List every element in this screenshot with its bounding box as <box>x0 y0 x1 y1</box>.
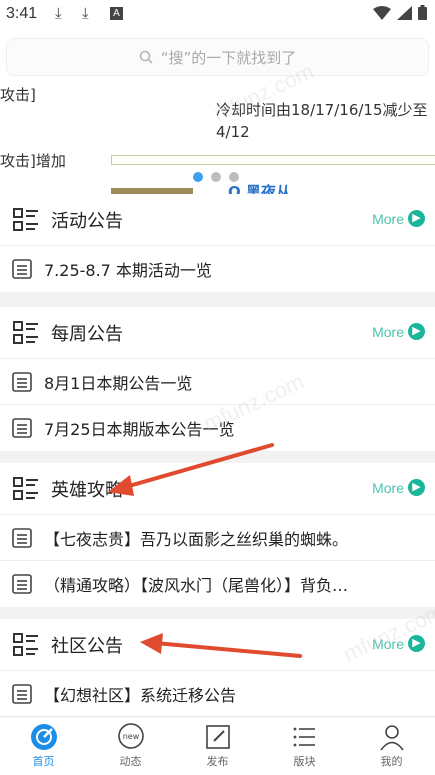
new-bubble-icon: new <box>117 723 144 749</box>
document-icon <box>12 418 32 438</box>
tab-label: 首页 <box>32 755 55 768</box>
list-item[interactable]: 8月1日本期公告一览 <box>0 359 435 405</box>
chevron-right-icon: ▶ <box>408 635 425 652</box>
search-placeholder: “搜”的一下就找到了 <box>160 48 297 67</box>
section-title: 英雄攻略 <box>51 479 123 501</box>
banner-text: 4/12 <box>216 123 250 141</box>
section-weekly: 每周公告 More ▶ 8月1日本期公告一览 7月25日本期版本公告一览 <box>0 307 435 451</box>
wifi-icon <box>373 5 391 20</box>
user-icon <box>379 725 404 751</box>
tab-label: 版块 <box>293 755 316 768</box>
search-icon <box>139 50 153 64</box>
carousel-dot[interactable] <box>211 172 221 182</box>
list-item-title: 7月25日本期版本公告一览 <box>44 420 235 439</box>
list-item[interactable]: （精通攻略）【波风水门（尾兽化）】背负… <box>0 561 435 607</box>
banner-text: 攻击]增加 <box>0 152 66 170</box>
more-label: More <box>372 479 404 496</box>
more-button[interactable]: More ▶ <box>372 323 425 340</box>
home-compass-icon <box>30 724 57 750</box>
section-header: 社区公告 More ▶ <box>0 619 435 671</box>
tab-badge: new <box>122 732 139 741</box>
chevron-right-icon: ▶ <box>408 323 425 340</box>
banner-text: 冷却时间由18/17/16/15减少至 <box>216 101 428 119</box>
tab-label: 动态 <box>119 755 142 768</box>
tab-boards[interactable]: 版块 <box>261 717 348 775</box>
banner-text: 攻击] <box>0 86 36 104</box>
section-activity: 活动公告 More ▶ 7.25-8.7 本期活动一览 <box>0 194 435 292</box>
status-bar: 3:41 ⤓ ⤓ A <box>0 0 435 30</box>
carousel-indicator <box>193 172 239 182</box>
list-icon <box>13 632 38 656</box>
edit-icon <box>205 725 230 749</box>
system-icons <box>373 5 427 20</box>
section-community: 社区公告 More ▶ 【幻想社区】系统迁移公告 <box>0 619 435 716</box>
list-item[interactable]: 7.25-8.7 本期活动一览 <box>0 246 435 292</box>
tab-label: 我的 <box>380 755 403 768</box>
section-hero-guides: 英雄攻略 More ▶ 【七夜志贵】吾乃以面影之丝织巢的蜘蛛。 （精通攻略）【波风… <box>0 463 435 607</box>
notification-a-icon: A <box>110 7 123 20</box>
bottom-tab-bar: 首页 new 动态 发布 版块 我的 <box>0 716 435 775</box>
more-button[interactable]: More ▶ <box>372 635 425 652</box>
list-item[interactable]: 7月25日本期版本公告一览 <box>0 405 435 451</box>
banner-text: Q 黑夜从 <box>228 183 291 194</box>
list-icon <box>293 727 315 747</box>
tab-mine[interactable]: 我的 <box>348 717 435 775</box>
chevron-right-icon: ▶ <box>408 210 425 227</box>
document-icon <box>12 684 32 704</box>
section-title: 每周公告 <box>51 323 123 345</box>
list-item-title: 【幻想社区】系统迁移公告 <box>44 686 237 705</box>
tab-dynamic[interactable]: new 动态 <box>87 717 174 775</box>
section-header: 每周公告 More ▶ <box>0 307 435 359</box>
document-icon <box>12 371 32 392</box>
document-icon <box>12 574 32 594</box>
more-label: More <box>372 323 404 340</box>
list-item[interactable]: 【七夜志贵】吾乃以面影之丝织巢的蜘蛛。 <box>0 515 435 561</box>
download-icon: ⤓ <box>55 4 62 22</box>
tab-publish[interactable]: 发布 <box>174 717 261 775</box>
download-icon: ⤓ <box>82 4 89 22</box>
more-button[interactable]: More ▶ <box>372 479 425 496</box>
carousel-dot[interactable] <box>229 172 239 182</box>
list-item-title: 【七夜志贵】吾乃以面影之丝织巢的蜘蛛。 <box>44 529 349 549</box>
tab-label: 发布 <box>206 755 229 768</box>
section-header: 英雄攻略 More ▶ <box>0 463 435 515</box>
document-icon <box>12 527 32 548</box>
more-label: More <box>372 635 404 652</box>
status-time: 3:41 <box>6 5 38 22</box>
banner-frame <box>111 155 435 165</box>
list-icon <box>13 207 38 231</box>
list-item-title: （精通攻略）【波风水门（尾兽化）】背负… <box>44 576 349 595</box>
search-area: “搜”的一下就找到了 <box>0 30 435 84</box>
list-item-title: 7.25-8.7 本期活动一览 <box>44 261 212 280</box>
list-icon <box>13 320 38 344</box>
section-title: 活动公告 <box>51 210 123 232</box>
list-icon <box>13 476 38 500</box>
document-icon <box>12 259 32 279</box>
more-button[interactable]: More ▶ <box>372 210 425 227</box>
section-header: 活动公告 More ▶ <box>0 194 435 246</box>
section-title: 社区公告 <box>51 635 123 657</box>
more-label: More <box>372 210 404 227</box>
list-item[interactable]: 【幻想社区】系统迁移公告 <box>0 671 435 717</box>
search-input[interactable]: “搜”的一下就找到了 <box>6 38 429 76</box>
list-item-title: 8月1日本期公告一览 <box>44 373 193 393</box>
battery-icon <box>418 5 427 20</box>
tab-home[interactable]: 首页 <box>0 717 87 775</box>
signal-icon <box>397 5 412 20</box>
chevron-right-icon: ▶ <box>408 479 425 496</box>
carousel-dot-active[interactable] <box>193 172 203 182</box>
